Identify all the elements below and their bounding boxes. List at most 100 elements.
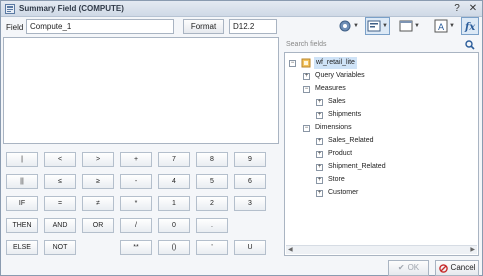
svg-text:A: A bbox=[438, 23, 445, 33]
keypad-key[interactable]: ELSE bbox=[6, 240, 38, 255]
expression-editor[interactable] bbox=[3, 37, 279, 144]
help-button[interactable]: ? bbox=[451, 3, 463, 15]
keypad-key[interactable]: 4 bbox=[158, 174, 190, 189]
keypad-key[interactable]: 6 bbox=[234, 174, 266, 189]
expand-icon[interactable]: + bbox=[316, 163, 323, 171]
collapse-icon[interactable]: − bbox=[303, 124, 310, 132]
collapse-icon[interactable]: − bbox=[289, 59, 296, 67]
keypad-key[interactable]: 3 bbox=[234, 196, 266, 211]
text-menu-button[interactable]: A ▼ bbox=[434, 17, 455, 35]
cancel-icon bbox=[438, 263, 448, 273]
tree-item-label: Shipment_Related bbox=[328, 163, 386, 170]
gear-icon bbox=[339, 20, 351, 32]
expand-icon[interactable]: + bbox=[316, 98, 323, 106]
keypad-key[interactable]: ' bbox=[196, 240, 228, 255]
keypad-key[interactable]: 2 bbox=[196, 196, 228, 211]
keypad-key[interactable]: () bbox=[158, 240, 190, 255]
search-fields-label[interactable]: Search fields bbox=[286, 41, 326, 48]
cancel-label: Cancel bbox=[450, 263, 476, 272]
tree-item[interactable]: − Measures bbox=[303, 83, 346, 95]
keypad-key[interactable]: ≤ bbox=[44, 174, 76, 189]
keypad-key[interactable]: NOT bbox=[44, 240, 76, 255]
field-list-icon bbox=[367, 20, 381, 32]
search-icon[interactable] bbox=[465, 40, 475, 50]
keypad-key[interactable]: THEN bbox=[6, 218, 38, 233]
field-name-input[interactable]: Compute_1 bbox=[26, 19, 174, 34]
settings-menu-button[interactable]: ▼ bbox=[338, 17, 359, 35]
keypad-key[interactable]: = bbox=[44, 196, 76, 211]
format-button[interactable]: Format bbox=[183, 19, 224, 34]
keypad-key[interactable]: . bbox=[196, 218, 228, 233]
view-menu-button[interactable]: ▼ bbox=[399, 17, 420, 35]
tree-item-label: Store bbox=[328, 176, 345, 183]
cancel-button[interactable]: Cancel bbox=[435, 260, 479, 276]
tree-item-label: Sales_Related bbox=[328, 137, 374, 144]
keypad-key[interactable]: / bbox=[120, 218, 152, 233]
scroll-right-icon[interactable]: ▶ bbox=[470, 246, 475, 253]
tree-item[interactable]: + Product bbox=[316, 148, 352, 160]
keypad-key[interactable]: - bbox=[120, 174, 152, 189]
expand-icon[interactable]: + bbox=[303, 72, 310, 80]
chevron-down-icon: ▼ bbox=[353, 23, 359, 29]
keypad-key[interactable]: 5 bbox=[196, 174, 228, 189]
keypad-key[interactable]: U bbox=[234, 240, 266, 255]
tree-item-label: Sales bbox=[328, 98, 346, 105]
expand-icon[interactable]: + bbox=[316, 176, 323, 184]
ok-label: OK bbox=[407, 263, 420, 272]
field-label: Field bbox=[6, 23, 24, 32]
keypad-key[interactable]: OR bbox=[82, 218, 114, 233]
keypad-key[interactable]: 9 bbox=[234, 152, 266, 167]
expand-icon[interactable]: + bbox=[316, 150, 323, 158]
keypad-key[interactable]: || bbox=[6, 174, 38, 189]
dialog-icon bbox=[5, 4, 15, 14]
keypad-key[interactable]: 0 bbox=[158, 218, 190, 233]
tree-item[interactable]: + Store bbox=[316, 174, 345, 186]
tree-item-label: Customer bbox=[328, 189, 359, 196]
function-icon: fx bbox=[464, 22, 476, 33]
check-icon: ✔ bbox=[397, 263, 405, 272]
tree-item[interactable]: + Sales bbox=[316, 96, 346, 108]
keypad-key[interactable]: ≠ bbox=[82, 196, 114, 211]
keypad-key[interactable]: 1 bbox=[158, 196, 190, 211]
function-button[interactable]: fx bbox=[461, 17, 479, 35]
keypad-key[interactable]: | bbox=[6, 152, 38, 167]
view-icon bbox=[399, 20, 413, 32]
keypad-key[interactable]: IF bbox=[6, 196, 38, 211]
dialog-title: Summary Field (COMPUTE) bbox=[19, 4, 124, 13]
tree-item[interactable]: + Customer bbox=[316, 187, 358, 199]
tree-item[interactable]: + Query Variables bbox=[303, 70, 365, 82]
database-icon bbox=[301, 58, 311, 68]
expand-icon[interactable]: + bbox=[316, 137, 323, 145]
field-tree[interactable]: − wf_retail_lite ◀ ▶ + Query Variables − Me… bbox=[284, 52, 479, 256]
keypad-key[interactable]: 8 bbox=[196, 152, 228, 167]
format-value[interactable]: D12.2 bbox=[229, 19, 277, 34]
tree-item-label: Measures bbox=[315, 85, 346, 92]
keypad-key[interactable]: ** bbox=[120, 240, 152, 255]
keypad-key[interactable]: 7 bbox=[158, 152, 190, 167]
close-button[interactable]: ✕ bbox=[467, 3, 479, 15]
tree-item[interactable]: + Shipment_Related bbox=[316, 161, 386, 173]
collapse-icon[interactable]: − bbox=[303, 85, 310, 93]
ok-button[interactable]: ✔ OK bbox=[388, 260, 429, 276]
operator-keypad: | < > +7 8 9 || ≤ ≥ -4 5 6 IF = ≠ * 1 2 3 THEN AND OR / 0. ELSE N… bbox=[1, 149, 279, 259]
field-list-selected: ▼ bbox=[365, 17, 390, 35]
field-list-menu-button[interactable]: ▼ bbox=[365, 17, 390, 35]
keypad-key[interactable]: + bbox=[120, 152, 152, 167]
horizontal-scrollbar[interactable]: ◀ ▶ bbox=[286, 245, 477, 254]
keypad-key[interactable]: > bbox=[82, 152, 114, 167]
keypad-key[interactable]: < bbox=[44, 152, 76, 167]
scroll-left-icon[interactable]: ◀ bbox=[288, 246, 293, 253]
expand-icon[interactable]: + bbox=[316, 189, 323, 197]
tree-item[interactable]: + Sales_Related bbox=[316, 135, 374, 147]
tree-item[interactable]: + Shipments bbox=[316, 109, 361, 121]
keypad-key[interactable]: * bbox=[120, 196, 152, 211]
tree-item[interactable]: − Dimensions bbox=[303, 122, 352, 134]
expand-icon[interactable]: + bbox=[316, 111, 323, 119]
tree-root-label: wf_retail_lite bbox=[314, 57, 357, 69]
keypad-key[interactable]: ≥ bbox=[82, 174, 114, 189]
keypad-key[interactable]: AND bbox=[44, 218, 76, 233]
tree-item-label: Query Variables bbox=[315, 72, 365, 79]
tree-root[interactable]: − wf_retail_lite bbox=[289, 57, 357, 69]
chevron-down-icon: ▼ bbox=[382, 23, 388, 29]
svg-text:fx: fx bbox=[464, 22, 476, 33]
